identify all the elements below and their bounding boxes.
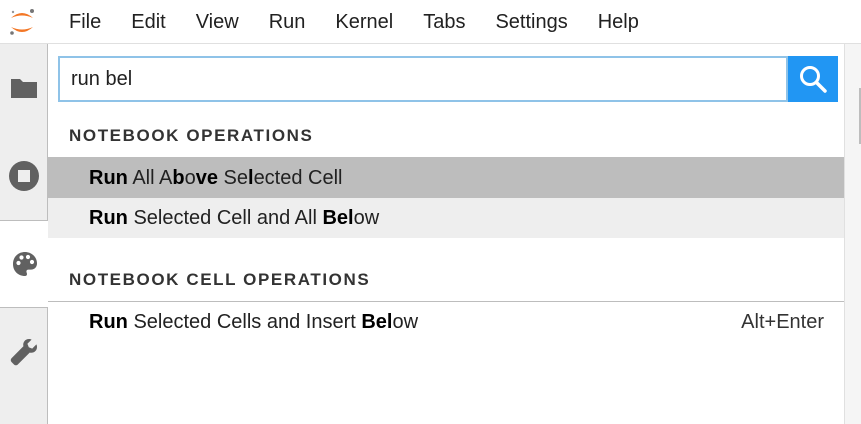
- search-icon: [800, 66, 827, 93]
- command-label-text: All A: [127, 167, 173, 189]
- wrench-icon: [10, 339, 37, 366]
- sidebar-tab-file-browser[interactable]: [0, 44, 48, 132]
- palette-search: [58, 56, 838, 102]
- jupyter-logo-icon[interactable]: [6, 6, 38, 38]
- palette-icon: [12, 252, 37, 276]
- command-palette: NOTEBOOK OPERATIONS Run All Above Selecte…: [48, 44, 844, 424]
- command-label-match: Bel: [322, 207, 354, 229]
- main-area-edge: [844, 44, 861, 424]
- menu-kernel[interactable]: Kernel: [320, 0, 408, 44]
- menu-view[interactable]: View: [181, 0, 254, 44]
- command-label: Run Selected Cell and All Below: [89, 207, 379, 229]
- palette-command-item[interactable]: Run All Above Selected Cell: [48, 158, 844, 198]
- menu-tabs[interactable]: Tabs: [408, 0, 480, 44]
- command-label-match: b: [172, 167, 185, 189]
- command-shortcut: Alt+Enter: [741, 311, 824, 333]
- menu-settings[interactable]: Settings: [480, 0, 582, 44]
- palette-command-item[interactable]: Run Selected Cells and Insert Below Alt+E…: [48, 302, 844, 342]
- menu-edit[interactable]: Edit: [116, 0, 180, 44]
- command-label-text: ow: [353, 207, 380, 229]
- command-label-match: Run: [89, 167, 128, 189]
- folder-icon: [11, 79, 37, 98]
- command-label: Run Selected Cells and Insert Below: [89, 311, 418, 333]
- sidebar-tab-commands[interactable]: [0, 220, 49, 308]
- menu-file[interactable]: File: [54, 0, 116, 44]
- palette-command-item[interactable]: Run Selected Cell and All Below: [48, 198, 844, 238]
- command-label: Run All Above Selected Cell: [89, 167, 343, 189]
- command-label-match: Bel: [361, 311, 393, 333]
- command-label-text: o: [184, 167, 196, 189]
- palette-category-header: NOTEBOOK OPERATIONS: [48, 114, 844, 158]
- palette-search-input[interactable]: [58, 56, 788, 102]
- menu-run[interactable]: Run: [254, 0, 321, 44]
- command-label-text: ected Cell: [253, 167, 343, 189]
- search-button[interactable]: [788, 56, 838, 102]
- command-label-text: Selected Cell and All: [127, 207, 323, 229]
- command-label-text: ow: [392, 311, 419, 333]
- stop-circle-icon: [9, 161, 39, 191]
- sidebar-tab-running[interactable]: [0, 132, 48, 220]
- command-label-match: ve: [195, 167, 218, 189]
- left-sidebar: [0, 44, 49, 424]
- sidebar-tab-settings[interactable]: [0, 308, 48, 396]
- palette-category-header: NOTEBOOK CELL OPERATIONS: [48, 258, 844, 302]
- command-label-match: Run: [89, 311, 128, 333]
- command-label-text: Se: [217, 167, 248, 189]
- command-label-match: Run: [89, 207, 128, 229]
- menu-bar: File Edit View Run Kernel Tabs Settings …: [0, 0, 861, 44]
- command-label-text: Selected Cells and Insert: [127, 311, 362, 333]
- menu-items: File Edit View Run Kernel Tabs Settings …: [54, 0, 654, 44]
- menu-help[interactable]: Help: [583, 0, 654, 44]
